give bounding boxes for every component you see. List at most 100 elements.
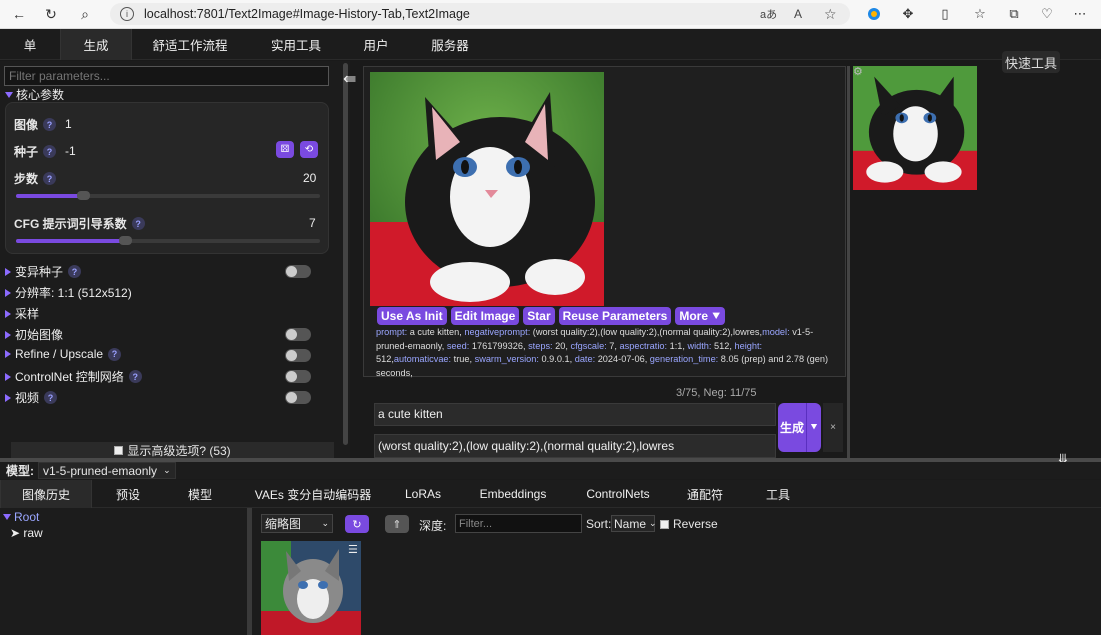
extension-icon[interactable] xyxy=(864,4,884,24)
translate-icon[interactable]: aあ xyxy=(760,6,777,22)
more-button[interactable]: More ⯆ xyxy=(675,307,725,325)
tab-embeddings[interactable]: Embeddings xyxy=(456,480,570,508)
sort-select[interactable]: Name ⌄ xyxy=(611,515,657,532)
prompt-input[interactable]: a cute kitten xyxy=(374,403,776,426)
cancel-generation-button[interactable]: × xyxy=(823,403,843,452)
star-button[interactable]: Star xyxy=(523,307,555,325)
group-variation-seed[interactable]: 变异种子? xyxy=(5,263,82,280)
steps-value[interactable]: 20 xyxy=(303,171,316,185)
generate-button[interactable]: 生成 ⯆ xyxy=(778,403,821,452)
view-mode-select[interactable]: 缩略图 ⌄ xyxy=(261,514,333,533)
group-video[interactable]: 视频? xyxy=(5,389,58,406)
group-init-image[interactable]: 初始图像 xyxy=(5,326,63,343)
tab-models[interactable]: 模型 xyxy=(164,480,236,508)
group-toggle[interactable] xyxy=(285,349,311,362)
chevron-down-icon[interactable]: ⯆ xyxy=(807,422,821,433)
show-advanced-toggle[interactable]: 显示高级选项? (53) xyxy=(11,442,334,459)
tab-vaes[interactable]: VAEs 变分自动编码器 xyxy=(236,480,390,508)
meta-value: 1:1, xyxy=(667,340,688,351)
reverse-option[interactable]: Reverse xyxy=(660,517,718,531)
up-folder-button[interactable]: ⇑ xyxy=(385,515,409,533)
images-value[interactable]: 1 xyxy=(65,117,72,131)
group-toggle[interactable] xyxy=(285,391,311,404)
help-icon[interactable]: ? xyxy=(43,172,57,185)
tab-controlnets[interactable]: ControlNets xyxy=(570,480,666,508)
group-sampling[interactable]: 采样 xyxy=(5,305,39,322)
tab-generate[interactable]: 生成 xyxy=(60,29,132,60)
refresh-button[interactable]: ↻ xyxy=(345,515,369,533)
back-icon[interactable]: ← xyxy=(8,3,30,25)
reuse-parameters-button[interactable]: Reuse Parameters xyxy=(558,307,672,325)
left-scrollbar[interactable] xyxy=(342,61,350,459)
favorite-star-icon[interactable]: ☆ xyxy=(824,6,837,23)
tab-wildcards[interactable]: 通配符 xyxy=(666,480,744,508)
group-controlnet[interactable]: ControlNet 控制网络? xyxy=(5,368,142,385)
group-toggle[interactable] xyxy=(285,370,311,383)
favorites-icon[interactable]: ☆ xyxy=(970,4,990,24)
chevron-right-icon xyxy=(5,309,11,318)
seed-value[interactable]: -1 xyxy=(65,144,76,158)
quick-tools-button[interactable]: 快速工具 xyxy=(1002,51,1060,73)
read-aloud-icon[interactable]: A xyxy=(794,7,802,21)
tree-root-item[interactable]: Root xyxy=(3,510,39,524)
tab-single[interactable]: 单 xyxy=(0,29,60,60)
group-refine-upscale[interactable]: Refine / Upscale? xyxy=(5,347,122,361)
meta-key: generation_time: xyxy=(649,354,719,364)
reverse-checkbox[interactable] xyxy=(660,519,669,529)
search-icon[interactable]: ⌕ xyxy=(74,3,96,25)
edit-image-button[interactable]: Edit Image xyxy=(450,307,520,325)
more-menu-icon[interactable]: ⋯ xyxy=(1070,4,1090,24)
help-icon[interactable]: ? xyxy=(68,265,82,278)
batch-thumbnail[interactable] xyxy=(853,66,977,190)
collapse-panel-icon[interactable]: ⇚ xyxy=(343,69,356,89)
filter-parameters-input[interactable] xyxy=(4,66,329,86)
tab-image-history[interactable]: 图像历史 xyxy=(0,480,92,508)
scrollbar-thumb[interactable] xyxy=(343,63,348,445)
tab-utilities[interactable]: 实用工具 xyxy=(248,29,344,60)
tree-item-raw[interactable]: ➤ raw xyxy=(10,526,43,540)
health-icon[interactable]: ♡ xyxy=(1037,4,1057,24)
history-filter-input[interactable]: Filter... xyxy=(455,514,582,533)
address-bar[interactable]: i localhost:7801/Text2Image#Image-Histor… xyxy=(110,3,850,25)
advanced-checkbox[interactable] xyxy=(114,446,124,455)
help-icon[interactable]: ? xyxy=(43,145,57,158)
info-icon[interactable]: i xyxy=(120,7,134,21)
model-select[interactable]: v1-5-pruned-emaonly ⌄ xyxy=(38,462,176,479)
puzzle-icon[interactable]: ✥ xyxy=(898,4,918,24)
split-screen-icon[interactable]: ▯ xyxy=(935,4,955,24)
cfg-slider-handle[interactable] xyxy=(119,236,133,245)
center-divider[interactable] xyxy=(847,66,850,458)
help-icon[interactable]: ? xyxy=(108,347,122,361)
history-image-thumbnail[interactable] xyxy=(261,541,361,635)
group-resolution[interactable]: 分辨率: 1:1 (512x512) xyxy=(5,284,132,301)
gear-icon[interactable]: ⚙ xyxy=(853,65,863,78)
generated-image[interactable] xyxy=(370,72,604,306)
images-param: 图像 ? xyxy=(14,116,57,133)
tab-comfy-workflow[interactable]: 舒适工作流程 xyxy=(132,29,248,60)
core-params-header[interactable]: 核心参数 xyxy=(5,86,64,103)
tab-presets[interactable]: 预设 xyxy=(92,480,164,508)
help-icon[interactable]: ? xyxy=(128,370,142,383)
use-as-init-button[interactable]: Use As Init xyxy=(377,307,447,325)
cfg-value[interactable]: 7 xyxy=(309,216,316,230)
tab-loras[interactable]: LoRAs xyxy=(390,480,456,508)
advanced-label: 显示高级选项? (53) xyxy=(127,444,231,458)
help-icon[interactable]: ? xyxy=(44,391,58,404)
help-icon[interactable]: ? xyxy=(43,118,57,131)
steps-slider-handle[interactable] xyxy=(76,191,90,200)
negative-prompt-input[interactable]: (worst quality:2),(low quality:2),(norma… xyxy=(374,434,776,458)
refresh-icon[interactable]: ↻ xyxy=(40,3,62,25)
help-icon[interactable]: ? xyxy=(131,217,145,230)
dice-icon[interactable]: ⚄ xyxy=(276,141,294,158)
steps-slider-fill xyxy=(16,194,83,198)
tab-tools[interactable]: 工具 xyxy=(744,480,812,508)
group-toggle[interactable] xyxy=(285,265,311,278)
cfg-slider[interactable] xyxy=(16,236,320,245)
tab-user[interactable]: 用户 xyxy=(344,29,408,60)
group-toggle[interactable] xyxy=(285,328,311,341)
collections-icon[interactable]: ⧉ xyxy=(1004,4,1024,24)
tab-server[interactable]: 服务器 xyxy=(408,29,492,60)
recycle-icon[interactable]: ⟲ xyxy=(300,141,318,158)
hamburger-menu-icon[interactable]: ☰ xyxy=(348,543,358,556)
steps-slider[interactable] xyxy=(16,191,320,200)
